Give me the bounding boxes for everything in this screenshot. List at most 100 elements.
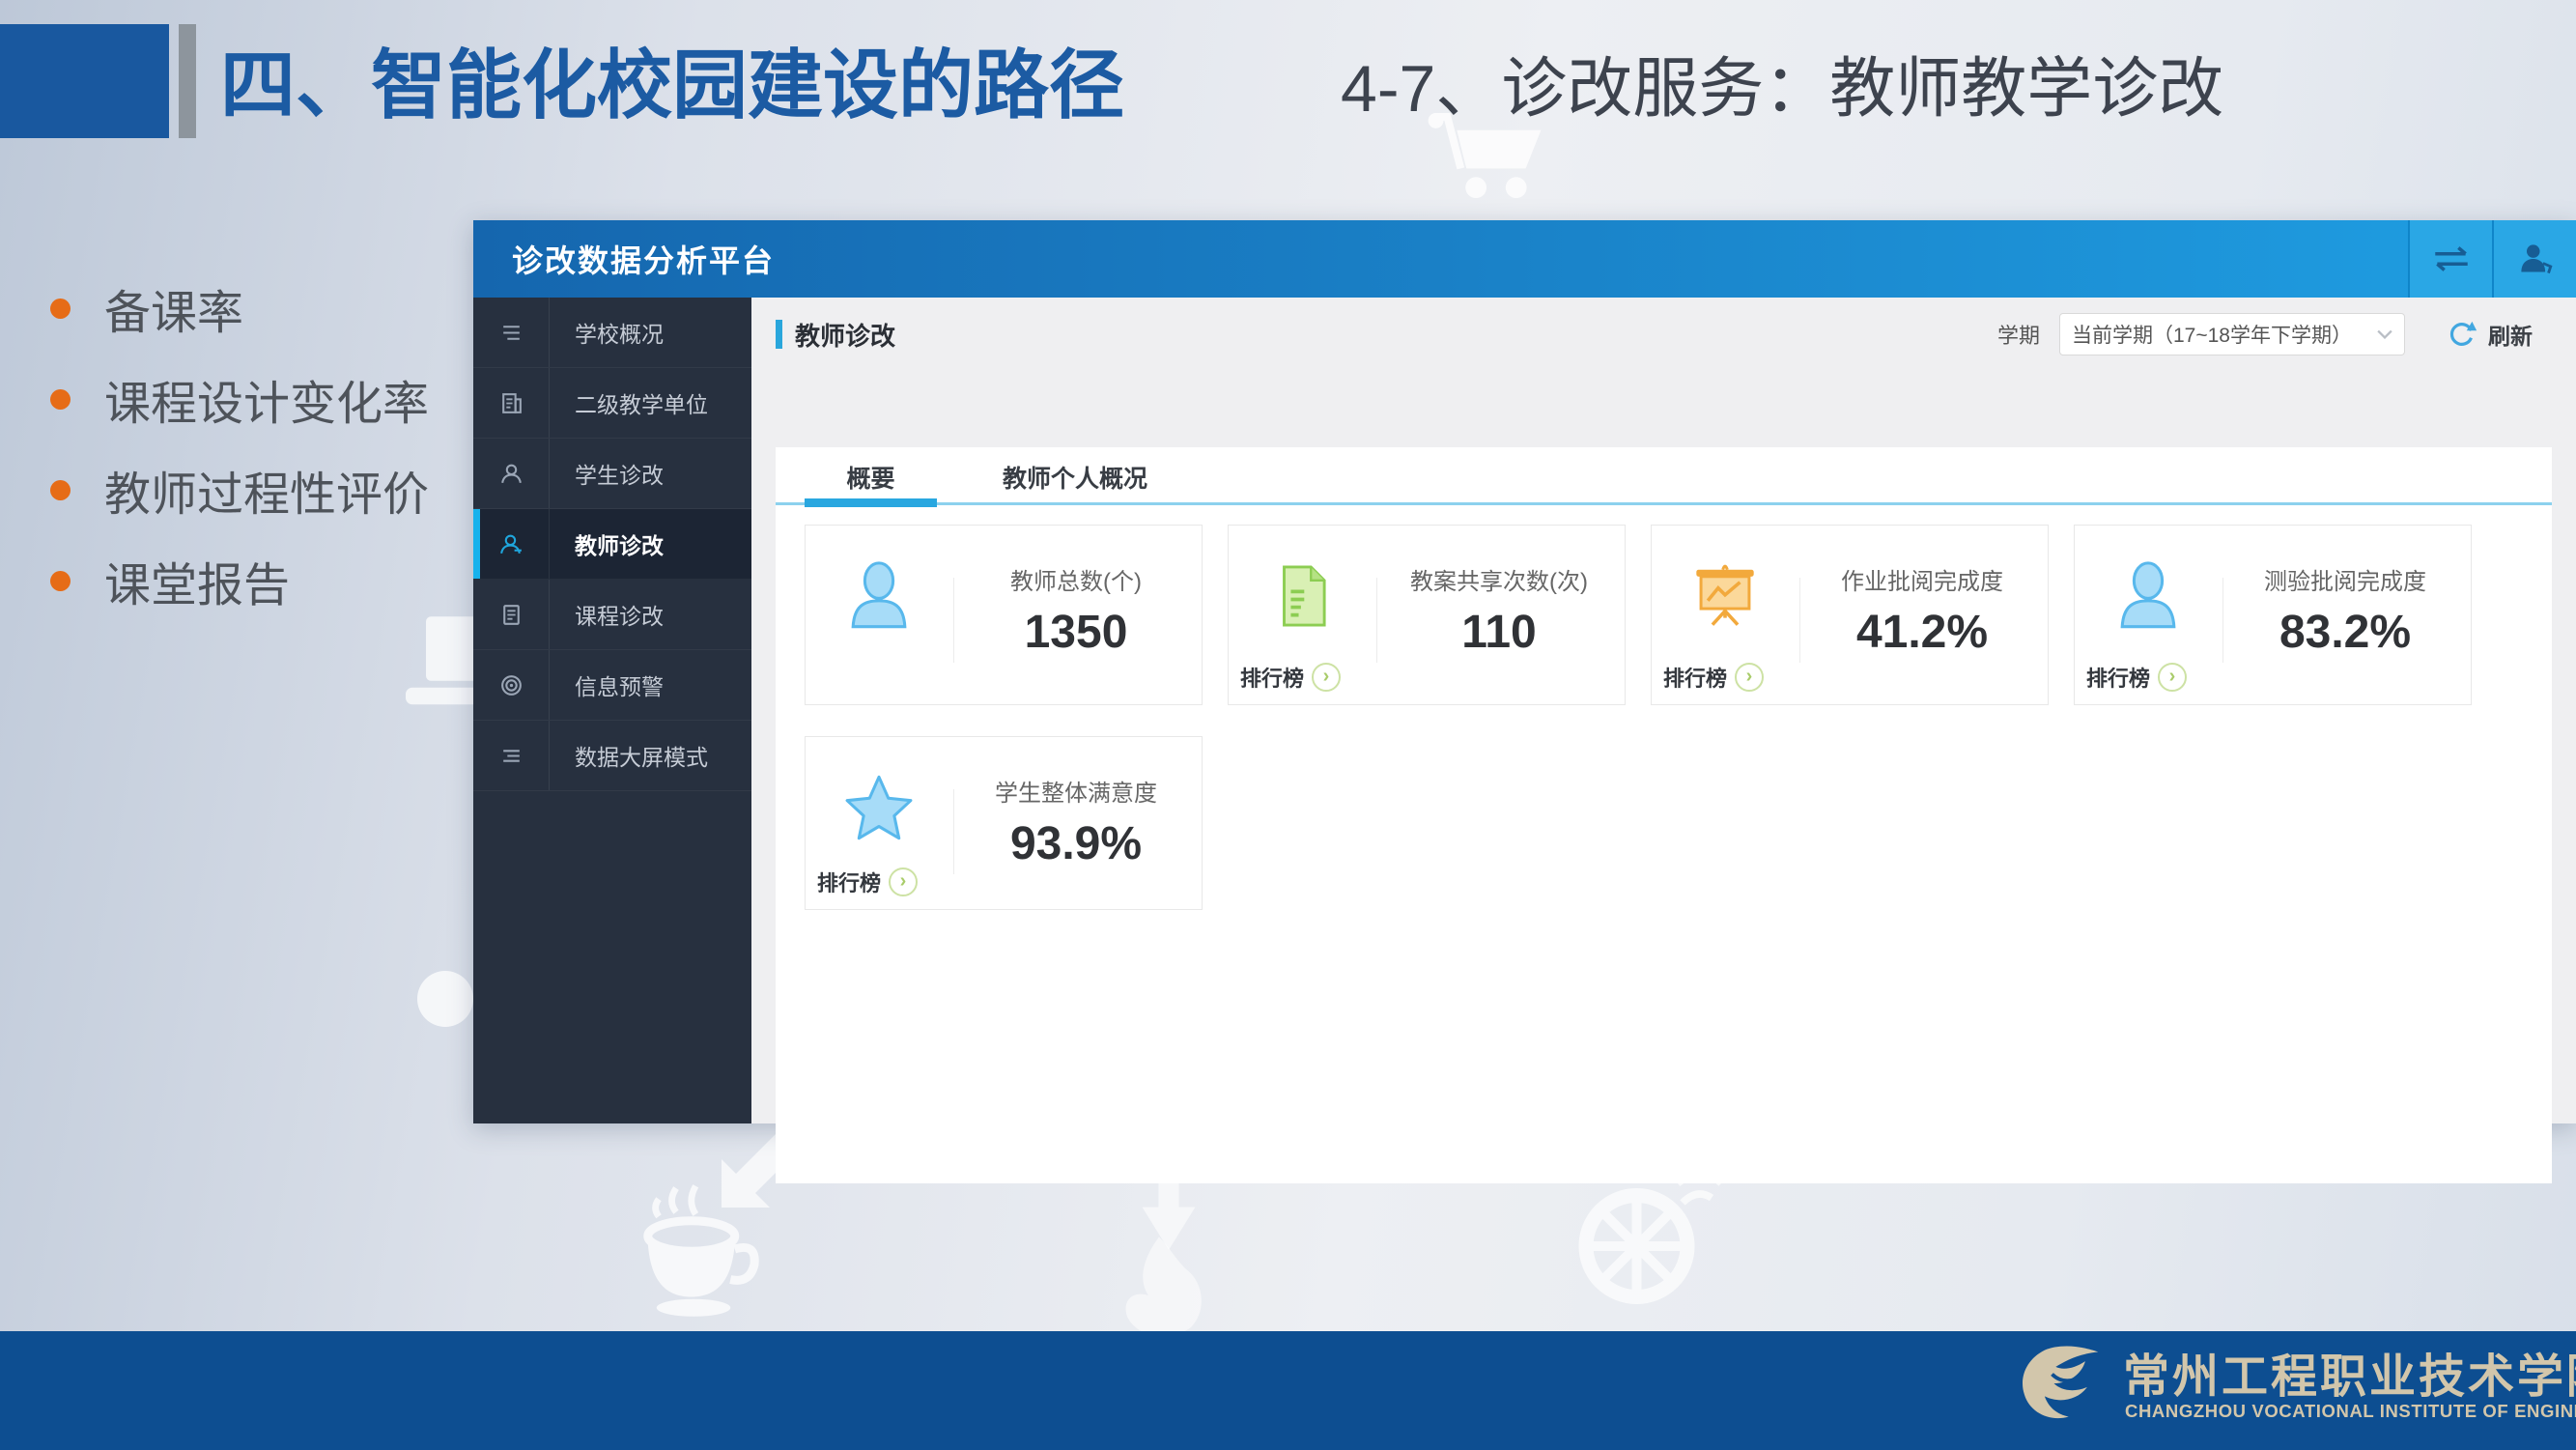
sidebar-item-label: 二级教学单位 [575, 386, 708, 419]
star-icon [806, 747, 952, 868]
card-label: 教师总数(个) [962, 562, 1190, 596]
content-panel: 概要 教师个人概况 教师总数(个) 1350 [776, 447, 2552, 1183]
list-item: 课堂报告 [50, 535, 429, 626]
tab-teacher-personal[interactable]: 教师个人概况 [974, 447, 1176, 507]
sidebar-item-label: 教师诊改 [575, 527, 664, 560]
card-value: 83.2% [2231, 606, 2459, 659]
student-person-icon [473, 439, 550, 508]
tab-bar: 概要 教师个人概况 [776, 447, 2552, 507]
bullet-text: 备课率 [104, 274, 243, 342]
semester-select-value: 当前学期（17~18学年下学期） [2072, 320, 2352, 349]
card-value: 1350 [962, 606, 1190, 659]
card-label: 学生整体满意度 [962, 774, 1190, 808]
stat-card-teacher-total: 教师总数(个) 1350 [805, 525, 1203, 705]
stat-card-quiz-review: 测验批阅完成度 83.2% 排行榜 › [2074, 525, 2472, 705]
rank-link[interactable]: 排行榜 › [1663, 662, 1764, 693]
list-item: 课程设计变化率 [50, 354, 429, 444]
card-info: 作业批阅完成度 41.2% [1808, 562, 2036, 659]
sidebar-item-secondary-units[interactable]: 二级教学单位 [473, 368, 751, 439]
refresh-button[interactable]: 刷新 [2448, 318, 2533, 351]
swap-arrows-icon [2429, 244, 2474, 273]
chevron-right-circle-icon: › [1735, 663, 1764, 692]
tab-overview[interactable]: 概要 [805, 447, 937, 507]
divider [1799, 578, 1800, 663]
rank-link[interactable]: 排行榜 › [817, 867, 918, 897]
divider [953, 789, 954, 874]
sidebar-item-course-diagnosis[interactable]: 课程诊改 [473, 580, 751, 650]
rank-label: 排行榜 [1240, 662, 1304, 693]
dashboard-window: 诊改数据分析平台 学校概况 二级教学单位 [473, 220, 2576, 1123]
header-actions [2408, 220, 2576, 298]
swap-arrows-button[interactable] [2408, 220, 2492, 298]
sidebar-item-label: 学校概况 [575, 316, 664, 349]
sidebar-item-big-screen-mode[interactable]: 数据大屏模式 [473, 721, 751, 791]
card-info: 教案共享次数(次) 110 [1385, 562, 1613, 659]
user-icon [2518, 242, 2553, 276]
bullet-text: 课程设计变化率 [104, 365, 429, 433]
sidebar-item-school-overview[interactable]: 学校概况 [473, 298, 751, 368]
refresh-icon [2448, 319, 2478, 350]
watermark-wheel-icon [1571, 1164, 1721, 1309]
institute-logo-icon [2017, 1343, 2109, 1426]
bullet-list: 备课率 课程设计变化率 教师过程性评价 课堂报告 [50, 263, 429, 626]
user-button[interactable] [2492, 220, 2576, 298]
page-title-accent [776, 320, 782, 349]
rank-label: 排行榜 [817, 867, 881, 897]
page-title: 教师诊改 [795, 317, 895, 353]
semester-select[interactable]: 当前学期（17~18学年下学期） [2059, 313, 2405, 355]
card-info: 学生整体满意度 93.9% [962, 774, 1190, 870]
slide-subtitle: 4-7、诊改服务：教师教学诊改 [1341, 35, 2223, 130]
card-value: 93.9% [962, 817, 1190, 870]
screen-lines-icon [473, 721, 550, 790]
bullet-text: 教师过程性评价 [104, 456, 429, 524]
stat-card-student-satisfaction: 学生整体满意度 93.9% 排行榜 › [805, 736, 1203, 910]
presentation-board-icon [1652, 535, 1798, 657]
person-icon [806, 535, 952, 657]
bullet-dot [50, 299, 71, 319]
stat-card-lesson-shares: 教案共享次数(次) 110 排行榜 › [1228, 525, 1626, 705]
card-label: 测验批阅完成度 [2231, 562, 2459, 596]
teacher-person-icon [473, 509, 550, 579]
stat-cards: 教师总数(个) 1350 教案共享次数(次) 110 [776, 507, 2552, 1183]
stat-card-homework-review: 作业批阅完成度 41.2% 排行榜 › [1651, 525, 2049, 705]
lesson-plan-document-icon [1229, 535, 1375, 657]
watermark-circle [417, 971, 473, 1027]
divider [1376, 578, 1377, 663]
sidebar-item-label: 数据大屏模式 [575, 739, 708, 772]
card-value: 41.2% [1808, 606, 2036, 659]
institute-name-en: CHANGZHOU VOCATIONAL INSTITUTE OF ENGINE… [2125, 1401, 2576, 1422]
rank-label: 排行榜 [1663, 662, 1727, 693]
sidebar-item-label: 学生诊改 [575, 457, 664, 490]
card-info: 测验批阅完成度 83.2% [2231, 562, 2459, 659]
list-item: 教师过程性评价 [50, 444, 429, 535]
sidebar-item-label: 课程诊改 [575, 598, 664, 631]
semester-label: 学期 [1997, 319, 2040, 350]
app-header: 诊改数据分析平台 [473, 220, 2576, 298]
divider [953, 578, 954, 663]
chevron-right-circle-icon: › [889, 867, 918, 896]
watermark-coffee-icon [633, 1180, 763, 1318]
watermark-hand-icon [1101, 1232, 1217, 1338]
app-body: 学校概况 二级教学单位 学生诊改 教师诊改 课程诊改 [473, 298, 2576, 1123]
sidebar: 学校概况 二级教学单位 学生诊改 教师诊改 课程诊改 [473, 298, 751, 1123]
page-toolbar: 教师诊改 学期 当前学期（17~18学年下学期） 刷新 [751, 298, 2576, 371]
title-accent-bar [179, 24, 196, 138]
main-content: 教师诊改 学期 当前学期（17~18学年下学期） 刷新 [751, 298, 2576, 1123]
app-title: 诊改数据分析平台 [512, 237, 775, 281]
sidebar-item-teacher-diagnosis[interactable]: 教师诊改 [473, 509, 751, 580]
menu-lines-icon [473, 298, 550, 367]
person-icon [2075, 535, 2222, 657]
sidebar-item-info-warning[interactable]: 信息预警 [473, 650, 751, 721]
building-icon [473, 368, 550, 438]
rank-link[interactable]: 排行榜 › [1240, 662, 1341, 693]
bullet-text: 课堂报告 [104, 547, 290, 614]
card-value: 110 [1385, 606, 1613, 659]
rank-label: 排行榜 [2086, 662, 2150, 693]
chevron-down-icon [2377, 329, 2392, 339]
sidebar-item-student-diagnosis[interactable]: 学生诊改 [473, 439, 751, 509]
rank-link[interactable]: 排行榜 › [2086, 662, 2187, 693]
chevron-right-circle-icon: › [1312, 663, 1341, 692]
chevron-right-circle-icon: › [2158, 663, 2187, 692]
sidebar-item-label: 信息预警 [575, 668, 664, 701]
card-label: 作业批阅完成度 [1808, 562, 2036, 596]
